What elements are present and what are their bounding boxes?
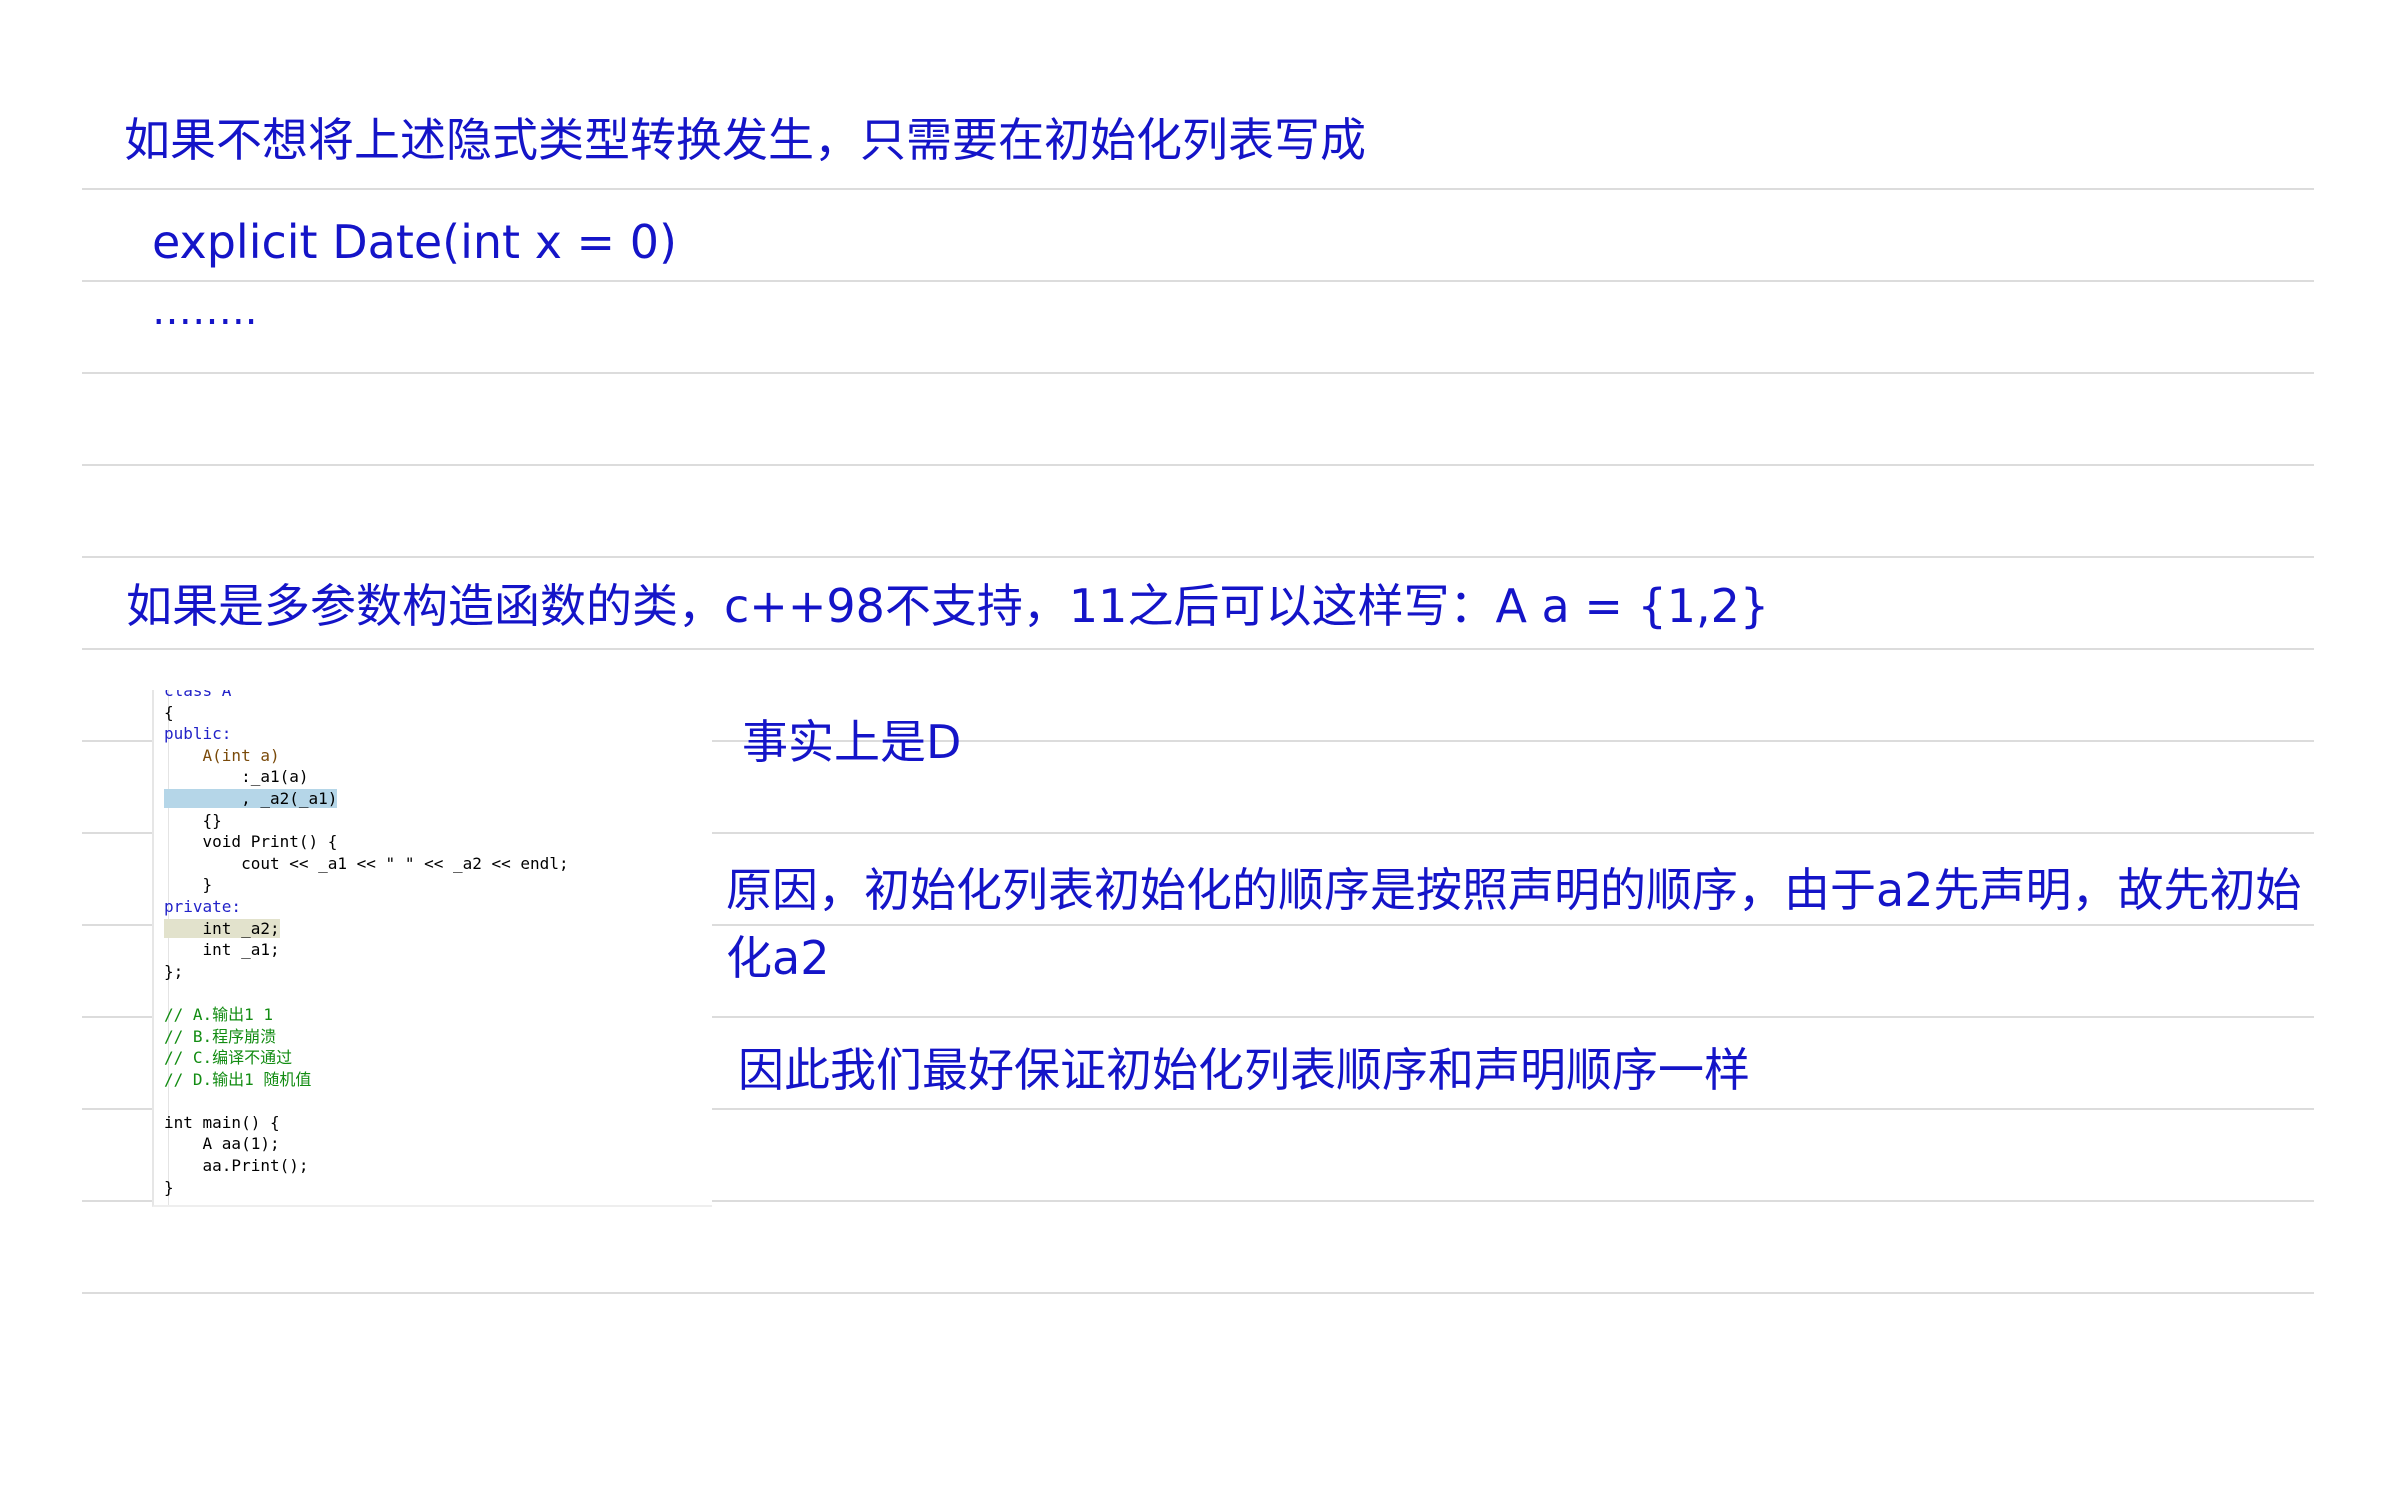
code-comment: // D.输出1 随机值 [164,1069,312,1089]
code-line: public: [164,724,232,744]
code-line: , _a2(_a1) [164,788,338,808]
code-line: cout << _a1 << " " << _a2 << endl; [164,853,569,873]
code-line: private: [164,896,242,916]
note-reason: 原因，初始化列表初始化的顺序是按照声明的顺序，由于a2先声明，故先初始化a2 [726,863,2302,985]
note-line-2: 如果是多参数构造函数的类，c++98不支持，11之后可以这样写：A a = {1… [126,579,1770,633]
code-line: int main() { [164,1112,280,1132]
code-line: }; [164,961,184,981]
rule-line [82,280,2314,282]
code-line: } [164,1177,174,1197]
note-answer: 事实上是D [742,715,962,769]
rule-line [82,556,2314,558]
note-line-1: 如果不想将上述隐式类型转换发生，只需要在初始化列表写成 [124,113,1366,167]
code-comment: // C.编译不通过 [164,1048,293,1068]
code-line: } [164,875,213,895]
code-line: void Print() { [164,832,338,852]
rule-line [82,464,2314,466]
code-line: {} [164,810,222,830]
code-line: aa.Print(); [164,1156,309,1176]
code-line: int _a2; [164,918,280,938]
code-line: :_a1(a) [164,767,309,787]
code-comment: // B.程序崩溃 [164,1026,277,1046]
code-line: { [164,702,174,722]
note-code-explicit: explicit Date(int x = 0) [152,215,677,269]
code-line: int _a1; [164,940,280,960]
code-line: A(int a) [164,745,280,765]
code-line: A aa(1); [164,1134,280,1154]
rule-line [82,648,2314,650]
code-screenshot: class A {public: A(int a) :_a1(a) , _a2(_… [152,690,712,1207]
rule-line [82,1292,2314,1294]
code-block: class A {public: A(int a) :_a1(a) , _a2(_… [164,690,569,1198]
note-conclusion: 因此我们最好保证初始化列表顺序和声明顺序一样 [738,1043,1750,1097]
code-line: class A [164,690,232,700]
rule-line [82,372,2314,374]
note-ellipsis: …….. [152,288,258,334]
code-comment: // A.输出1 1 [164,1004,274,1024]
rule-line [82,188,2314,190]
